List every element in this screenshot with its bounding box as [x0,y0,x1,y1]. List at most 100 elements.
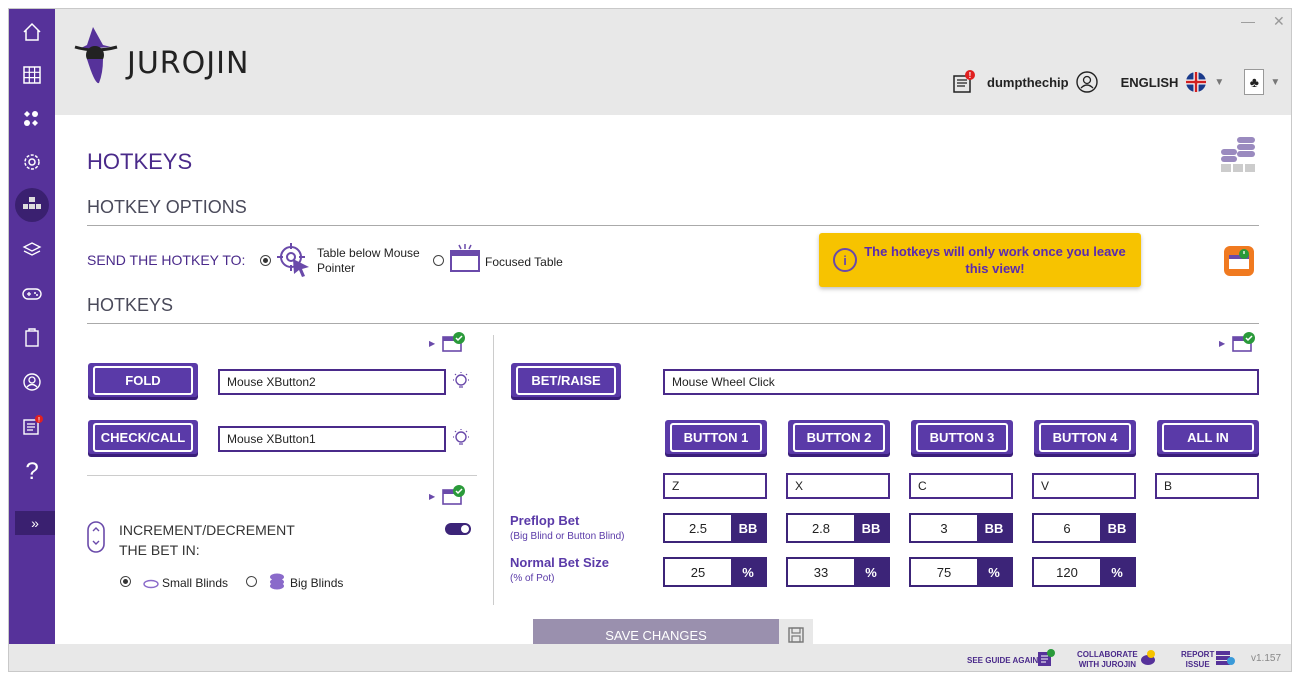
expand-arrow-icon[interactable]: ▶ [429,339,435,348]
normal-bet-subtitle: (% of Pot) [510,573,555,584]
table-check-icon[interactable] [1231,331,1257,355]
sidebar: ! ? » [9,9,55,644]
all-in-button[interactable]: ALL IN [1157,420,1259,454]
report-issue-link[interactable]: REPORT ISSUE [1181,650,1214,670]
user-circle-icon[interactable] [15,365,49,399]
card-deck-icon[interactable]: ♣ [1244,69,1265,95]
chip-stack-icon [270,573,284,590]
bet-button-2[interactable]: BUTTON 2 [788,420,890,454]
button-1-key-field[interactable]: Z [663,473,767,499]
send-option-label: Table below Mouse Pointer [317,246,420,275]
chip-icon [143,579,159,589]
card-suits-icon[interactable] [15,102,49,136]
small-blinds-radio[interactable] [120,576,131,587]
big-blinds-label: Big Blinds [290,576,344,590]
news-icon[interactable]: ! [15,409,49,443]
button-3-key-field[interactable]: C [909,473,1013,499]
normal-bet-1[interactable]: 25% [663,557,767,587]
expand-arrow-icon[interactable]: ▶ [1219,339,1225,348]
bet-button-3[interactable]: BUTTON 3 [911,420,1013,454]
hotkey-options-heading: HOTKEY OPTIONS [87,197,247,217]
bet-raise-hotkey-field[interactable]: Mouse Wheel Click [663,369,1259,395]
fold-button[interactable]: FOLD [88,363,198,397]
table-power-icon[interactable] [1223,245,1255,277]
normal-bet-3[interactable]: 75% [909,557,1013,587]
info-icon: i [833,248,857,272]
divider [87,323,1259,324]
main-content: HOTKEYS HOTKEY OPTIONS SEND THE HOTKEY T… [55,115,1291,651]
preflop-bet-4[interactable]: 6 BB [1032,513,1136,543]
svg-text:!: ! [38,418,40,424]
hotkeys-heading: HOTKEYS [87,295,174,315]
table-check-icon[interactable] [441,331,467,355]
preflop-title: Preflop Bet [510,513,580,528]
button-2-key-field[interactable]: X [786,473,890,499]
close-button[interactable]: ✕ [1273,13,1285,30]
header: JUROJIN — ✕ ! dumpthechip ENGLISH ▼ ♣ ▼ [55,9,1291,115]
chips-icon [1221,137,1255,172]
bet-button-1[interactable]: BUTTON 1 [665,420,767,454]
lightbulb-icon[interactable] [451,428,471,448]
gear-icon[interactable] [15,145,49,179]
footer: SEE GUIDE AGAIN COLLABORATE WITH JUROJIN … [9,644,1291,671]
see-guide-link[interactable]: SEE GUIDE AGAIN [967,656,1038,666]
check-call-hotkey-field[interactable]: Mouse XButton1 [218,426,446,452]
wizard-logo-icon [74,27,118,84]
notice-banner: i The hotkeys will only work once you le… [819,233,1141,287]
language-label[interactable]: ENGLISH [1121,75,1179,90]
big-blinds-radio[interactable] [246,576,257,587]
bet-raise-button[interactable]: BET/RAISE [511,363,621,397]
layers-icon[interactable] [15,233,49,267]
mouse-pointer-target-icon [277,243,309,277]
minimize-button[interactable]: — [1241,13,1255,29]
table-check-icon[interactable] [441,484,467,508]
chevron-down-icon[interactable]: ▼ [1214,77,1224,88]
notice-text: The hotkeys will only work once you leav… [864,244,1126,276]
piggy-bank-icon[interactable] [1139,649,1157,667]
increment-toggle[interactable] [445,523,471,535]
vertical-divider [493,335,494,605]
sidebar-expand-button[interactable]: » [15,511,55,535]
fold-hotkey-field[interactable]: Mouse XButton2 [218,369,446,395]
hotkeys-icon[interactable] [15,188,49,222]
preflop-subtitle: (Big Blind or Button Blind) [510,531,625,542]
lightbulb-icon[interactable] [451,371,471,391]
bet-button-4[interactable]: BUTTON 4 [1034,420,1136,454]
divider [87,225,1259,226]
send-table-below-radio[interactable] [260,255,271,266]
guide-icon[interactable] [1037,649,1055,667]
app-window: ! ? » JUROJIN — ✕ ! dumpthechip ENGLISH … [8,8,1292,672]
send-to-label: SEND THE HOTKEY TO: [87,252,246,268]
preflop-bet-1[interactable]: 2.5 BB [663,513,767,543]
user-area: ! dumpthechip ENGLISH ▼ ♣ ▼ [951,69,1280,95]
preflop-bet-3[interactable]: 3 BB [909,513,1013,543]
collaborate-link[interactable]: COLLABORATE WITH JUROJIN [1077,650,1138,670]
send-option-label: Focused Table [485,255,563,269]
button-4-key-field[interactable]: V [1032,473,1136,499]
normal-bet-2[interactable]: 33% [786,557,890,587]
user-icon[interactable] [1075,70,1099,94]
preflop-bet-2[interactable]: 2.8 BB [786,513,890,543]
expand-arrow-icon[interactable]: ▶ [429,492,435,501]
normal-bet-title: Normal Bet Size [510,555,609,570]
send-focused-table-radio[interactable] [433,255,444,266]
grid-icon[interactable] [15,58,49,92]
normal-bet-4[interactable]: 120% [1032,557,1136,587]
report-issue-icon[interactable] [1215,649,1235,667]
version-label: v1.157 [1251,653,1282,664]
clipboard-icon[interactable] [15,320,49,354]
page-title: HOTKEYS [87,149,193,174]
gamepad-icon[interactable] [15,277,49,311]
uk-flag-icon[interactable] [1184,72,1208,92]
all-in-key-field[interactable]: B [1155,473,1259,499]
help-icon[interactable]: ? [15,455,49,489]
news-notification-icon[interactable]: ! [951,69,977,95]
check-call-button[interactable]: CHECK/CALL [88,420,198,454]
chevron-down-icon[interactable]: ▼ [1270,77,1280,88]
increment-label: INCREMENT/DECREMENT THE BET IN: [119,522,295,558]
small-blinds-label: Small Blinds [162,576,229,590]
divider [87,475,477,476]
username[interactable]: dumpthechip [987,75,1069,90]
home-icon[interactable] [15,15,49,49]
mouse-scroll-icon [87,521,105,553]
